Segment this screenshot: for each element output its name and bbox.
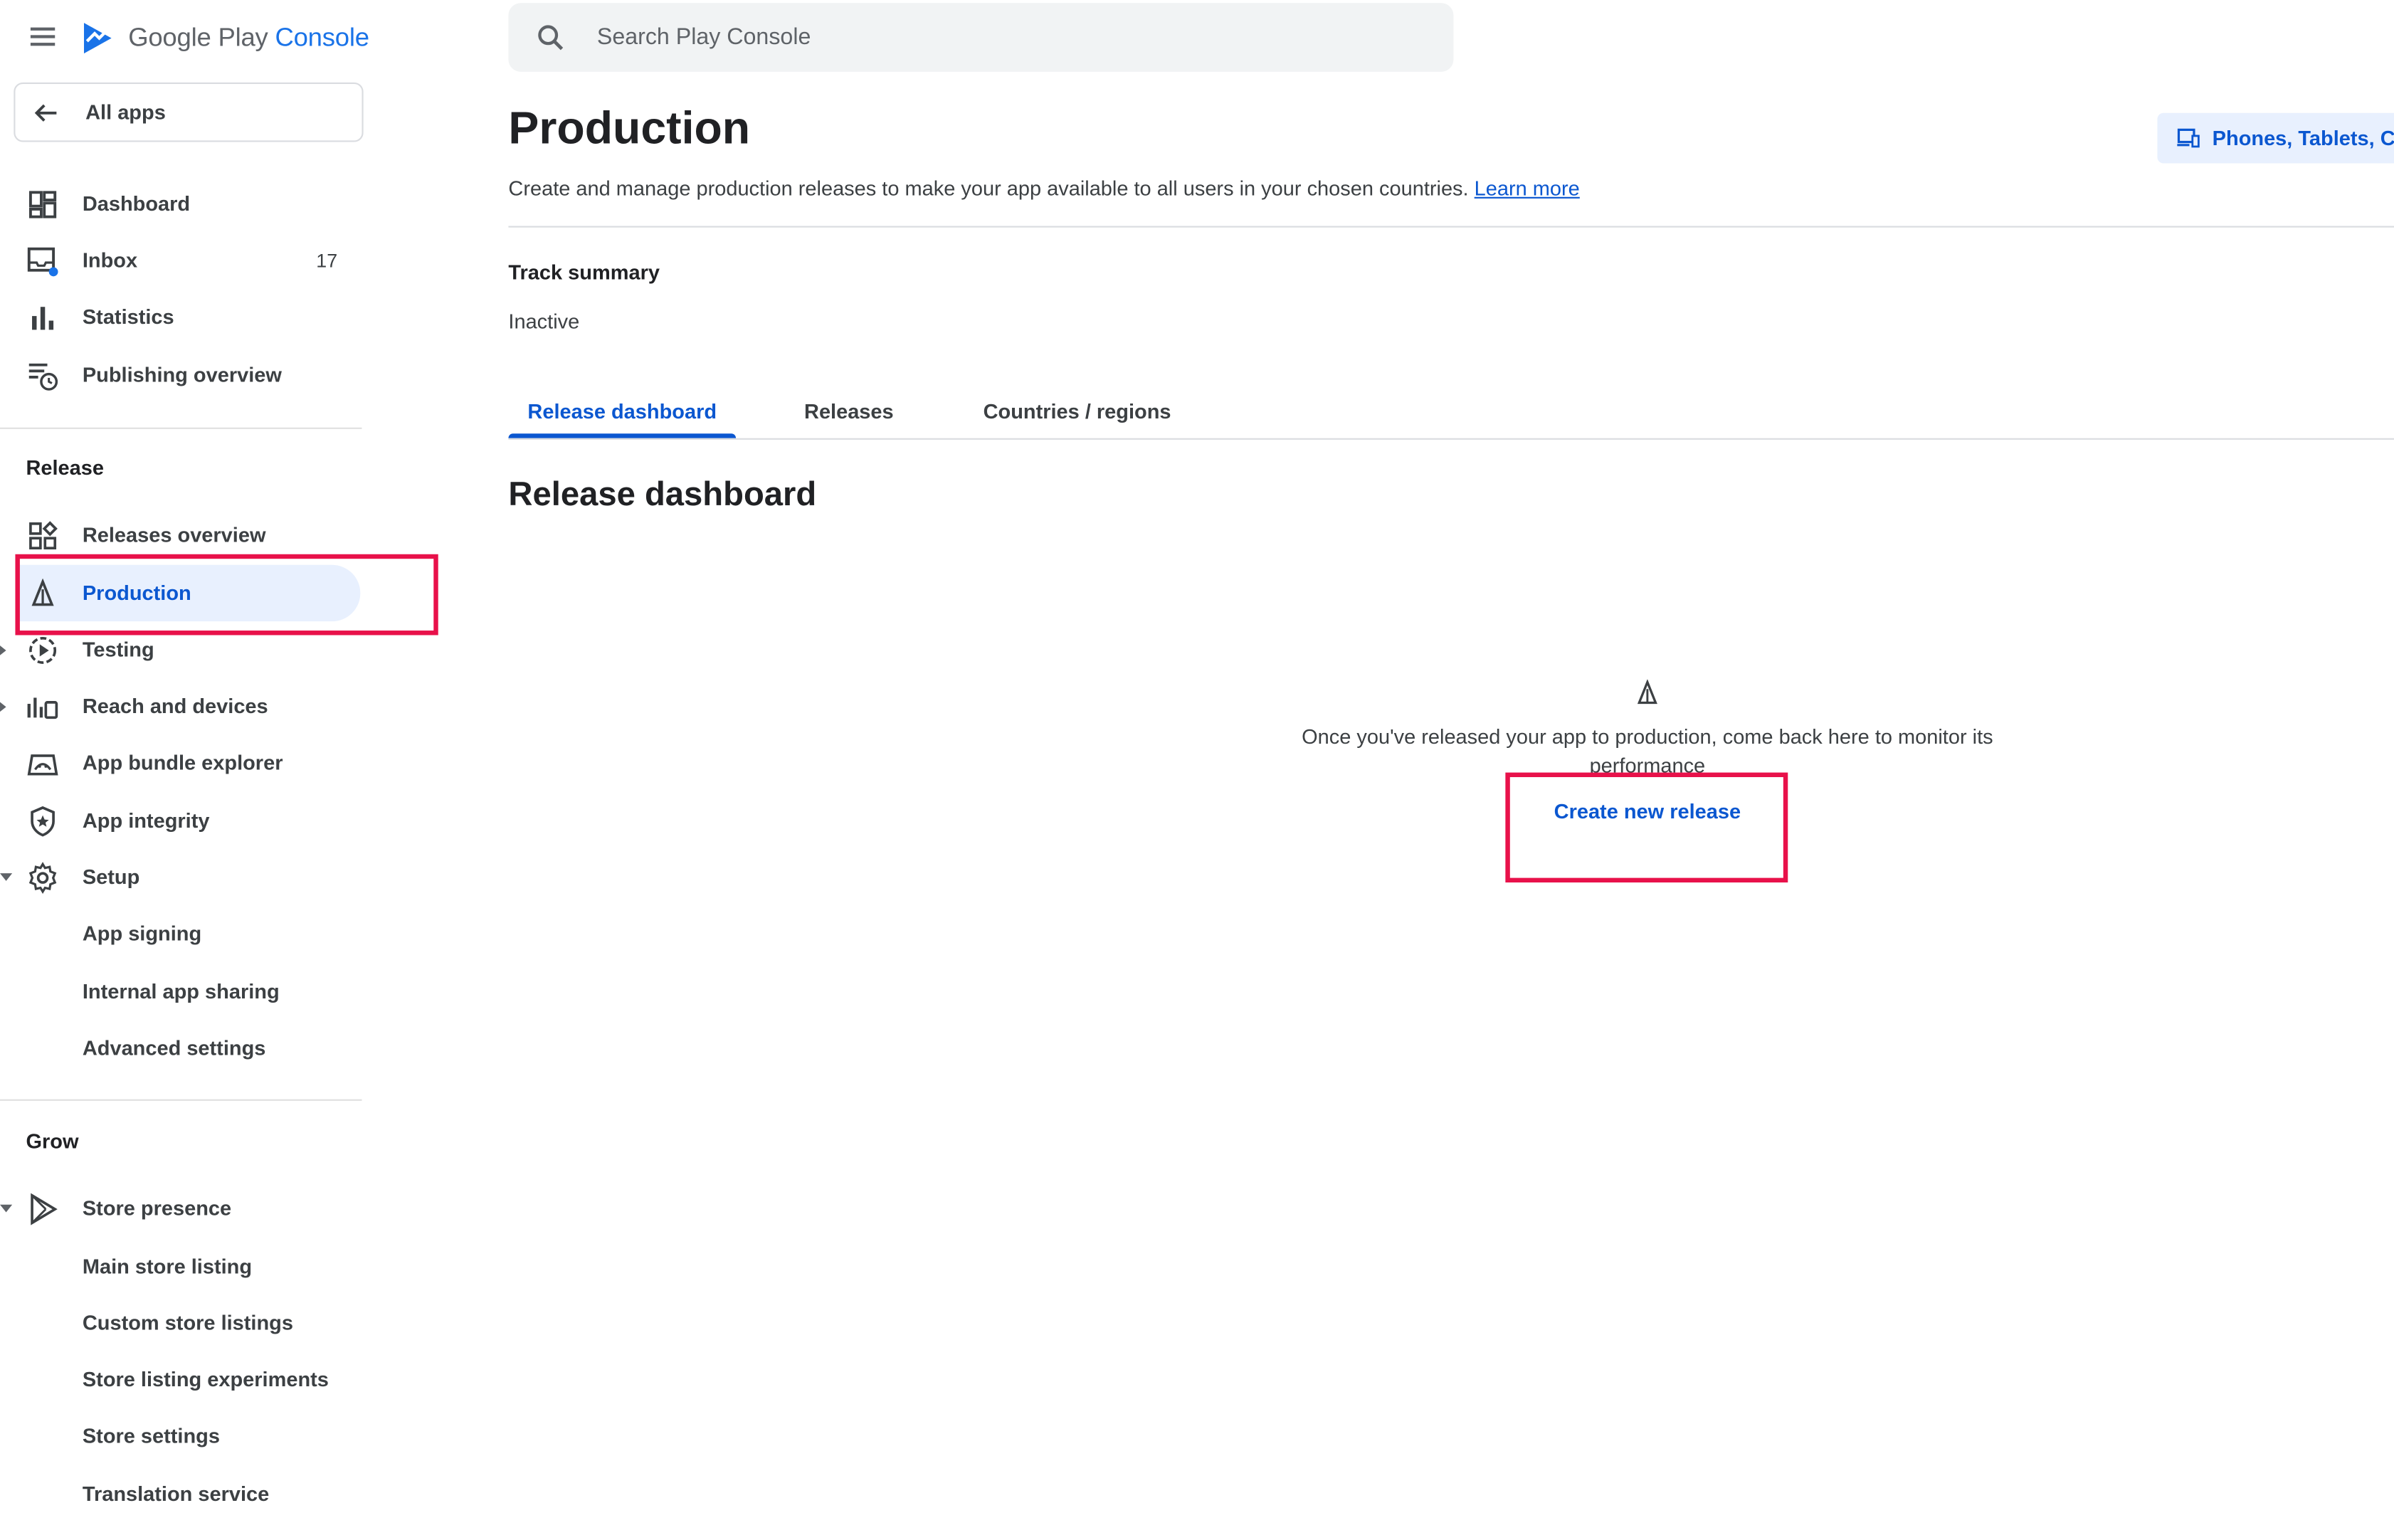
all-apps-button[interactable]: All apps <box>14 82 364 142</box>
sidebar-item-dashboard[interactable]: Dashboard <box>0 176 362 232</box>
sidebar-item-label: Testing <box>82 638 154 661</box>
google-play-console-logo[interactable]: Google Play Console <box>80 15 369 60</box>
page-description-text: Create and manage production releases to… <box>508 176 1469 201</box>
create-release-highlight-box <box>1505 772 1788 883</box>
sidebar-item-label: Custom store listings <box>82 1311 293 1335</box>
search-bar[interactable] <box>508 3 1454 72</box>
sidebar-item-label: Inbox <box>82 248 138 272</box>
device-type-button[interactable]: Phones, Tablets, Ch <box>2157 112 2394 164</box>
expand-caret-icon[interactable] <box>0 644 6 657</box>
tab-releases[interactable]: Releases <box>780 385 917 438</box>
sidebar-item-label: Dashboard <box>82 192 191 216</box>
expand-caret-icon[interactable] <box>0 700 6 713</box>
play-console-logo-icon <box>83 23 112 54</box>
track-summary-title: Track summary <box>508 260 660 285</box>
testing-icon <box>26 633 59 666</box>
app-bundle-icon <box>26 746 59 779</box>
tab-release-dashboard[interactable]: Release dashboard <box>508 385 736 438</box>
learn-more-link[interactable]: Learn more <box>1475 177 1580 200</box>
shield-icon <box>26 804 59 838</box>
sidebar-divider <box>0 1099 362 1101</box>
devices-icon <box>2177 127 2200 147</box>
track-status: Inactive <box>508 310 580 333</box>
page-description: Create and manage production releases to… <box>508 177 1579 200</box>
sidebar-item-publishing-overview[interactable]: Publishing overview <box>0 347 362 403</box>
bar-chart-icon <box>26 300 59 334</box>
sidebar-item-app-integrity[interactable]: App integrity <box>0 792 362 848</box>
sidebar-item-label: App integrity <box>82 809 210 833</box>
section-title-release: Release <box>26 456 104 480</box>
sidebar-item-label: Translation service <box>82 1482 270 1506</box>
sidebar-item-translation-service[interactable]: Translation service <box>0 1466 362 1522</box>
sidebar-item-internal-app-sharing[interactable]: Internal app sharing <box>0 964 362 1020</box>
search-icon <box>538 24 564 50</box>
inbox-icon <box>26 243 59 277</box>
sidebar-item-app-signing[interactable]: App signing <box>0 905 362 961</box>
section-title-grow: Grow <box>26 1129 79 1153</box>
empty-state-message: Once you've released your app to product… <box>1302 725 1993 778</box>
sidebar-item-store-listing-experiments[interactable]: Store listing experiments <box>0 1351 362 1408</box>
sidebar-item-testing[interactable]: Testing <box>0 621 362 677</box>
sidebar-item-label: Reach and devices <box>82 695 268 718</box>
sidebar-item-app-bundle-explorer[interactable]: App bundle explorer <box>0 734 362 791</box>
sidebar-item-custom-store-listings[interactable]: Custom store listings <box>0 1294 362 1351</box>
menu-icon <box>30 27 56 46</box>
device-type-label: Phones, Tablets, Ch <box>2212 127 2394 150</box>
tab-bar-divider <box>508 438 2394 440</box>
sidebar-item-store-presence[interactable]: Store presence <box>0 1180 362 1236</box>
tab-countries-regions[interactable]: Countries / regions <box>966 385 1188 438</box>
sidebar-item-label: Store presence <box>82 1196 232 1220</box>
play-store-icon <box>26 1191 59 1225</box>
tab-bar: Release dashboard Releases Countries / r… <box>508 385 2394 440</box>
sidebar-item-label: Statistics <box>82 305 174 329</box>
page-title: Production <box>508 103 751 154</box>
inbox-count-badge: 17 <box>316 249 338 271</box>
logo-text: Google Play Console <box>128 23 369 52</box>
sidebar-item-label: App bundle explorer <box>82 751 283 774</box>
hamburger-menu-button[interactable] <box>21 15 64 58</box>
production-icon <box>1634 679 1662 707</box>
arrow-back-icon <box>34 103 57 121</box>
sidebar-item-label: Main store listing <box>82 1255 253 1278</box>
search-input[interactable] <box>594 23 1394 52</box>
sidebar-item-advanced-settings[interactable]: Advanced settings <box>0 1020 362 1076</box>
sidebar-item-label: Advanced settings <box>82 1036 266 1060</box>
dashboard-icon <box>26 187 59 221</box>
sidebar-item-store-settings[interactable]: Store settings <box>0 1408 362 1464</box>
collapse-caret-icon[interactable] <box>0 873 13 881</box>
sidebar-item-main-store-listing[interactable]: Main store listing <box>0 1238 362 1294</box>
all-apps-label: All apps <box>85 100 166 124</box>
sidebar-item-label: App signing <box>82 922 202 946</box>
section-heading: Release dashboard <box>508 475 817 513</box>
sidebar-item-inbox[interactable]: Inbox 17 <box>0 232 362 288</box>
sidebar-item-label: Setup <box>82 865 140 889</box>
sidebar-item-reach-devices[interactable]: Reach and devices <box>0 678 362 734</box>
sidebar-item-statistics[interactable]: Statistics <box>0 288 362 344</box>
publishing-overview-icon <box>26 358 59 391</box>
header-divider <box>508 226 2394 228</box>
sidebar-item-label: Internal app sharing <box>82 980 280 1003</box>
sidebar-divider <box>0 427 362 429</box>
sidebar-item-label: Store listing experiments <box>82 1368 329 1391</box>
sidebar-item-setup[interactable]: Setup <box>0 849 362 905</box>
sidebar-item-label: Publishing overview <box>82 363 282 386</box>
gear-icon <box>26 860 59 894</box>
collapse-caret-icon[interactable] <box>0 1204 13 1213</box>
sidebar-item-label: Store settings <box>82 1424 221 1447</box>
sidebar-item-label: Releases overview <box>82 523 266 547</box>
releases-overview-icon <box>26 518 59 552</box>
reach-devices-icon <box>26 690 59 723</box>
